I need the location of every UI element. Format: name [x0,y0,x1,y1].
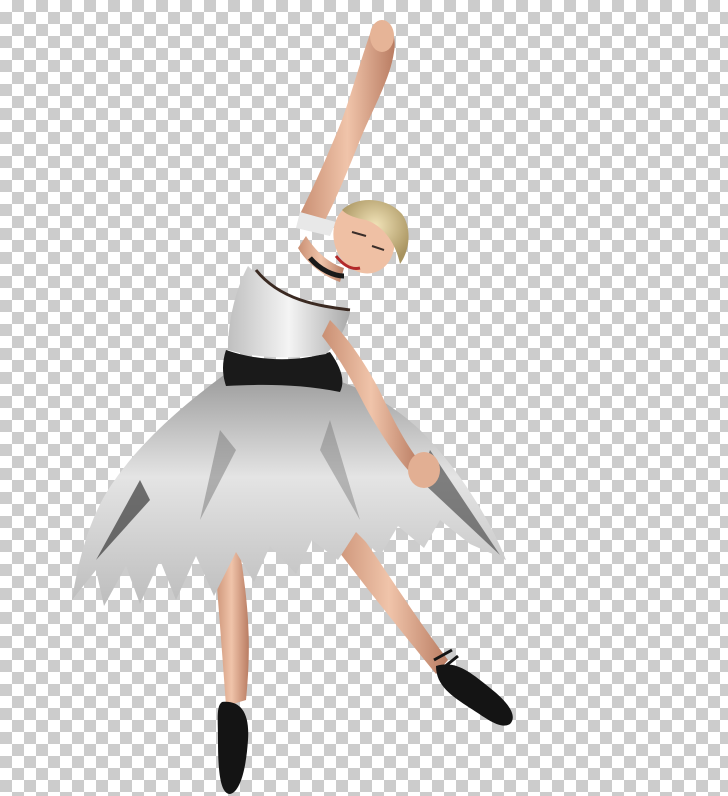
image-canvas [0,0,728,796]
ballet-shoes [217,648,513,794]
tutu-skirt [72,372,506,606]
raised-arm [300,20,395,227]
ballerina-illustration [72,20,513,794]
